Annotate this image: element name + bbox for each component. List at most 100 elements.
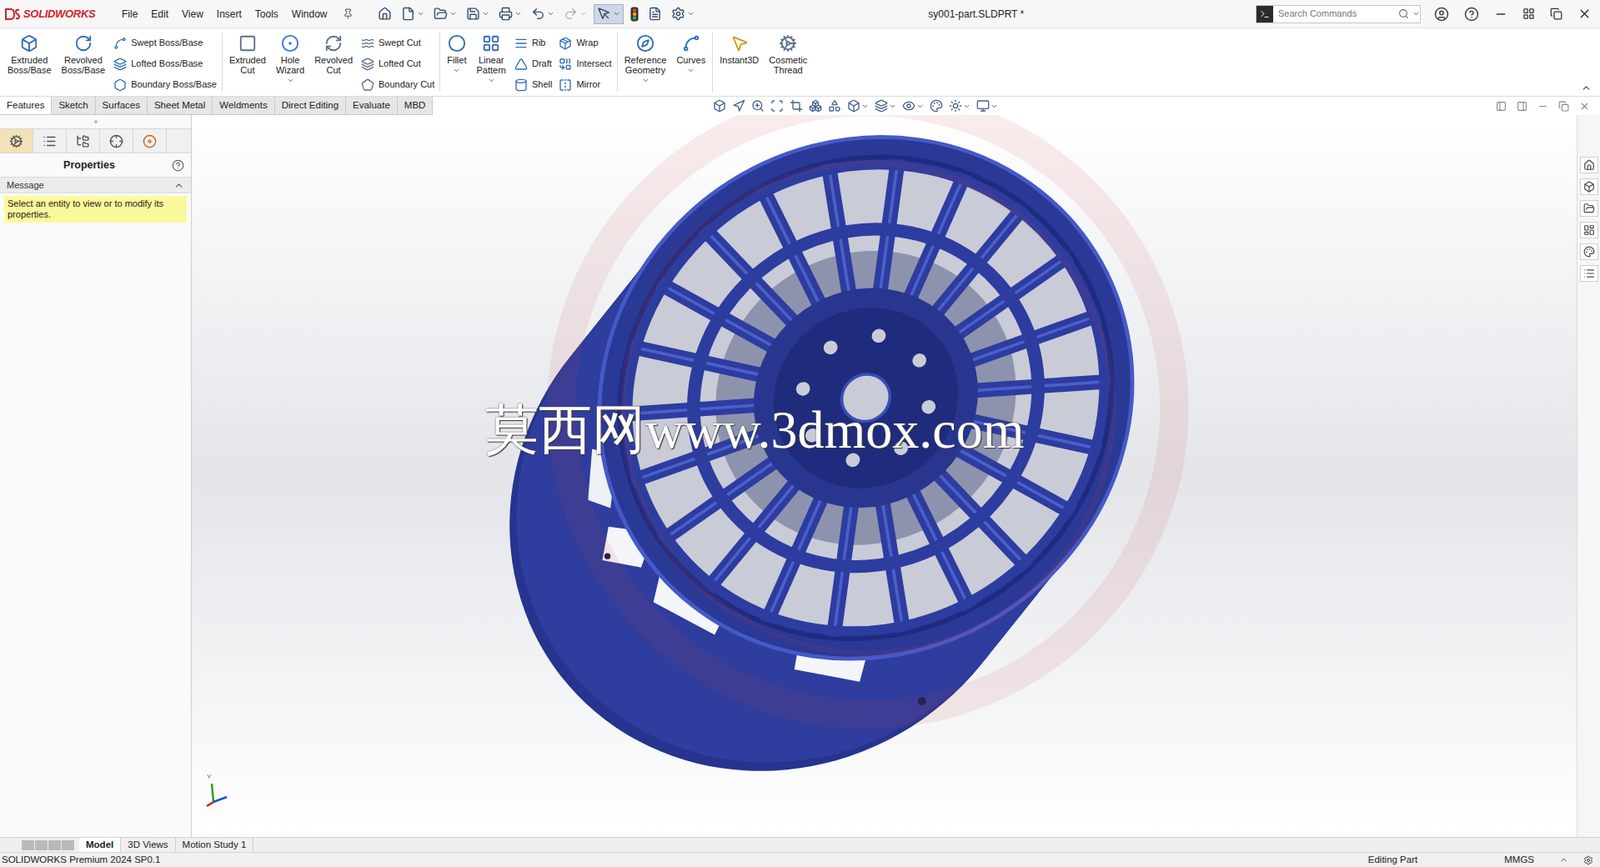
- graphics-area[interactable]: 莫西网www.3dmox.comY: [191, 115, 1577, 838]
- bottom-tab[interactable]: 3D Views: [120, 837, 176, 853]
- panel-tab[interactable]: [66, 129, 101, 153]
- help-icon[interactable]: [171, 159, 185, 172]
- view-button[interactable]: [789, 99, 803, 113]
- command-tab[interactable]: Direct Editing: [275, 96, 347, 115]
- command-tab[interactable]: Sheet Metal: [147, 96, 213, 115]
- view-button[interactable]: [732, 99, 746, 113]
- close-icon[interactable]: [1577, 6, 1592, 21]
- menu-item[interactable]: Insert: [210, 6, 249, 22]
- ribbon-small-button[interactable]: Boundary Cut: [361, 74, 435, 96]
- command-tab[interactable]: Sketch: [51, 96, 96, 115]
- ribbon-small-button[interactable]: Draft: [514, 53, 552, 75]
- toolbar-button[interactable]: [431, 4, 460, 25]
- ribbon-small-button[interactable]: Intersect: [558, 53, 612, 75]
- wheel-model[interactable]: [191, 115, 1577, 838]
- task-pane-tab[interactable]: [1579, 178, 1599, 196]
- minimize-icon[interactable]: [1494, 7, 1508, 21]
- toolbar-button[interactable]: [668, 4, 698, 25]
- task-pane-tab[interactable]: [1579, 156, 1599, 174]
- ribbon-small-button[interactable]: Lofted Cut: [361, 53, 435, 75]
- panel-tab[interactable]: [100, 129, 134, 153]
- ribbon-small-button[interactable]: Boundary Boss/Base: [113, 74, 217, 96]
- pin-icon[interactable]: [342, 8, 354, 20]
- view-button[interactable]: [874, 99, 897, 113]
- menu-item[interactable]: Edit: [144, 6, 176, 22]
- view-button[interactable]: [827, 99, 842, 113]
- menu-item[interactable]: Window: [285, 6, 335, 22]
- ribbon-small-button[interactable]: Swept Boss/Base: [113, 32, 217, 54]
- toolbar-button[interactable]: [398, 4, 427, 25]
- restore-icon[interactable]: [1549, 7, 1563, 21]
- collapse-ribbon-icon[interactable]: [1580, 82, 1592, 94]
- ribbon-button[interactable]: Curves: [672, 30, 710, 75]
- toolbar-button[interactable]: [645, 4, 665, 25]
- ribbon-button[interactable]: Fillet: [442, 30, 471, 75]
- view-button[interactable]: [712, 99, 727, 113]
- ribbon-button[interactable]: Instant3D: [715, 30, 763, 66]
- task-pane-tab[interactable]: [1579, 221, 1599, 239]
- search-box[interactable]: Search Commands: [1255, 5, 1421, 24]
- bottom-tab[interactable]: Model: [79, 837, 121, 853]
- command-tab[interactable]: Evaluate: [346, 96, 398, 115]
- ribbon-small-button[interactable]: Mirror: [558, 74, 612, 96]
- message-header[interactable]: Message: [0, 176, 191, 194]
- command-tab[interactable]: MBD: [397, 96, 434, 115]
- unit-system[interactable]: MMGS: [1504, 852, 1535, 867]
- command-tab[interactable]: Features: [0, 96, 52, 115]
- toolbar-button[interactable]: [593, 4, 624, 25]
- panel-tab[interactable]: [33, 129, 67, 153]
- close-icon[interactable]: [1579, 100, 1590, 112]
- view-button[interactable]: [929, 99, 943, 113]
- view-button[interactable]: [770, 99, 784, 113]
- ribbon-small-button[interactable]: Wrap: [558, 32, 612, 54]
- user-icon[interactable]: [1434, 6, 1450, 22]
- ribbon-small-button[interactable]: Lofted Boss/Base: [113, 53, 217, 75]
- view-button[interactable]: [948, 99, 971, 113]
- toolbar-button[interactable]: [463, 4, 492, 25]
- view-button[interactable]: [808, 99, 823, 113]
- units-menu-icon[interactable]: [1559, 855, 1569, 865]
- ribbon-button[interactable]: Extruded Boss/Base: [3, 30, 56, 76]
- tab-scroll-buttons[interactable]: [21, 840, 75, 851]
- task-pane-tab[interactable]: [1579, 200, 1599, 217]
- status-options-icon[interactable]: [1583, 855, 1594, 866]
- minimize-icon[interactable]: [1537, 100, 1549, 112]
- ribbon-button[interactable]: Cosmetic Thread: [764, 30, 812, 76]
- view-button[interactable]: [751, 99, 765, 113]
- view-button[interactable]: [976, 99, 999, 113]
- ribbon-small-button[interactable]: Swept Cut: [361, 32, 435, 54]
- task-pane-tab[interactable]: [1579, 265, 1599, 282]
- toolbar-button[interactable]: [627, 4, 642, 25]
- menu-item[interactable]: File: [115, 6, 145, 22]
- view-button[interactable]: [847, 99, 869, 113]
- command-tab[interactable]: Surfaces: [95, 96, 148, 115]
- feature-icon: [113, 57, 127, 71]
- bottom-tab[interactable]: Motion Study 1: [175, 837, 255, 853]
- toolbar-button[interactable]: [528, 4, 557, 25]
- ribbon-small-button[interactable]: Rib: [514, 32, 552, 54]
- view-button[interactable]: [902, 99, 924, 113]
- command-tab[interactable]: Weldments: [212, 96, 275, 115]
- ribbon-button[interactable]: Revolved Boss/Base: [57, 30, 111, 76]
- toolbar-button[interactable]: [496, 4, 525, 25]
- ribbon-button[interactable]: Hole Wizard: [271, 30, 309, 85]
- tile-horizontal-icon[interactable]: [1495, 100, 1507, 112]
- bottom-tabs: Model3D ViewsMotion Study 1: [0, 837, 1600, 853]
- menu-item[interactable]: View: [175, 6, 211, 22]
- menu-item[interactable]: Tools: [248, 6, 286, 22]
- panel-tab[interactable]: [133, 129, 167, 153]
- ribbon-button[interactable]: Revolved Cut: [310, 30, 357, 76]
- splitter-dot[interactable]: [94, 120, 98, 124]
- tile-icon[interactable]: [1522, 7, 1535, 21]
- toolbar-button[interactable]: [375, 4, 395, 25]
- restore-icon[interactable]: [1558, 100, 1570, 112]
- help-icon[interactable]: [1464, 6, 1480, 22]
- toolbar-button[interactable]: [561, 4, 590, 25]
- task-pane-tab[interactable]: [1579, 243, 1599, 261]
- tile-vertical-icon[interactable]: [1516, 100, 1528, 112]
- ribbon-small-button[interactable]: Shell: [514, 74, 552, 96]
- ribbon-button[interactable]: Extruded Cut: [225, 30, 271, 76]
- ribbon-button[interactable]: Reference Geometry: [620, 30, 672, 85]
- panel-tab[interactable]: [0, 129, 34, 153]
- ribbon-button[interactable]: Linear Pattern: [472, 30, 511, 85]
